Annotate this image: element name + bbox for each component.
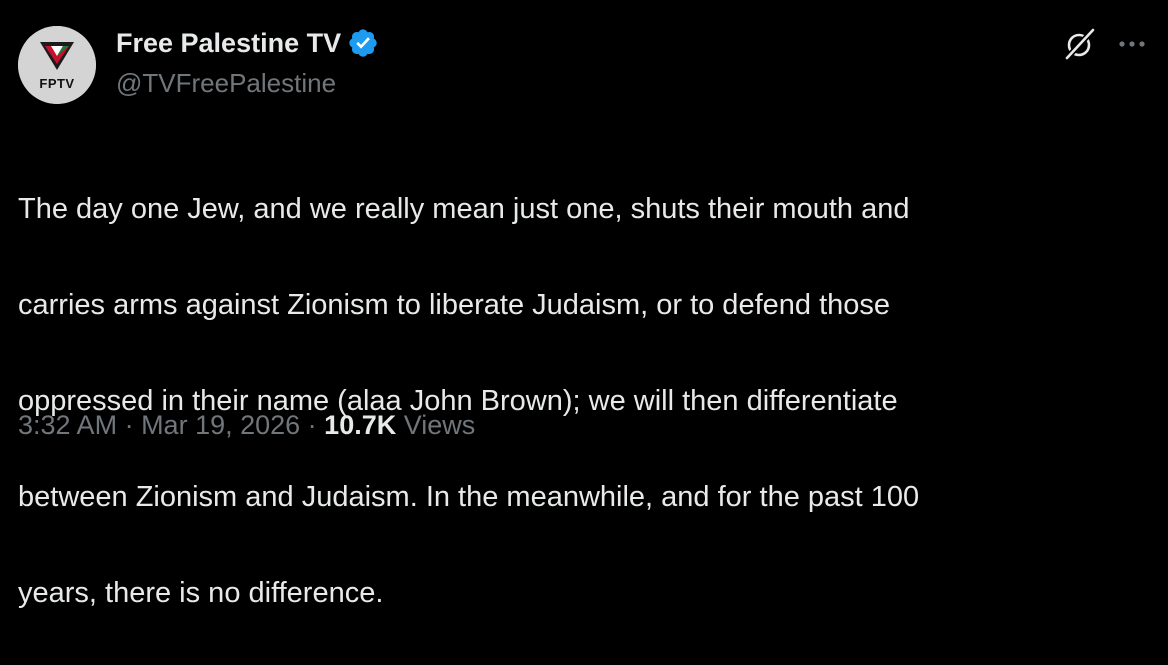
- views-count: 10.7K: [324, 410, 397, 440]
- meta-separator: ·: [300, 410, 325, 440]
- grok-icon[interactable]: [1062, 26, 1098, 62]
- tweet-text-line: between Zionism and Judaism. In the mean…: [18, 481, 920, 513]
- tweet-text-line: carries arms against Zionism to liberate…: [18, 289, 891, 321]
- tweet-meta: 3:32 AM · Mar 19, 2026 · 10.7K Views: [18, 405, 475, 445]
- tweet: FPTV Free Palestine TV @TVFreePalestine …: [0, 0, 1168, 609]
- fptv-logo-icon: [18, 26, 96, 104]
- meta-separator: ·: [117, 410, 142, 440]
- avatar-label: FPTV: [39, 76, 75, 91]
- tweet-text-line: The day one Jew, and we really mean just…: [18, 193, 910, 225]
- more-options-icon[interactable]: [1112, 30, 1152, 58]
- tweet-text: The day one Jew, and we really mean just…: [18, 137, 1138, 665]
- tweet-text-line: years, there is no difference.: [18, 577, 384, 609]
- author-display-name[interactable]: Free Palestine TV: [116, 26, 379, 60]
- avatar[interactable]: FPTV: [18, 26, 96, 104]
- verified-badge-icon[interactable]: [347, 27, 379, 59]
- author-handle[interactable]: @TVFreePalestine: [116, 66, 336, 100]
- tweet-date[interactable]: Mar 19, 2026: [141, 410, 300, 440]
- display-name-text: Free Palestine TV: [116, 28, 342, 58]
- tweet-time[interactable]: 3:32 AM: [18, 410, 117, 440]
- views-label: Views: [403, 410, 476, 440]
